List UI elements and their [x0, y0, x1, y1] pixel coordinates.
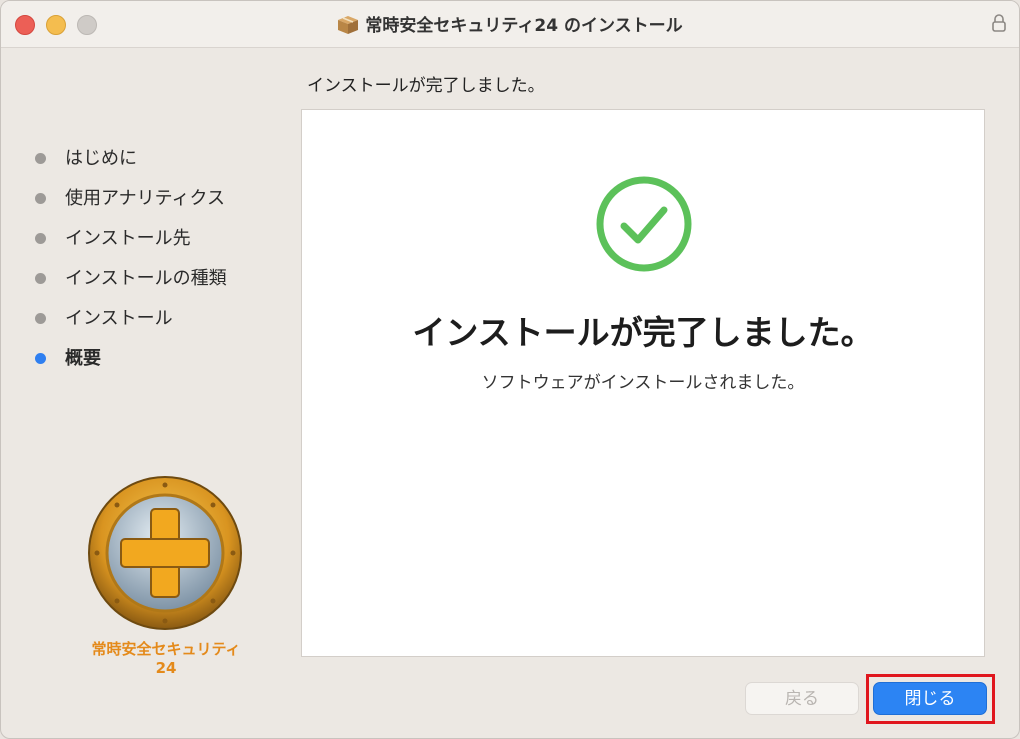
checkmark-circle-icon [594, 174, 694, 278]
step-bullet [35, 313, 46, 324]
product-logo [83, 475, 247, 639]
back-button[interactable]: 戻る [745, 682, 859, 715]
step-label: インストール先 [65, 228, 191, 249]
step-label: インストール [65, 308, 173, 329]
title-bar: 常時安全セキュリティ24 のインストール [1, 1, 1019, 48]
step-bullet [35, 193, 46, 204]
package-icon [337, 15, 359, 40]
completion-title: インストールが完了しました。 [412, 313, 874, 352]
completion-subtitle: ソフトウェアがインストールされました。 [481, 373, 805, 393]
close-button[interactable]: 閉じる [873, 682, 987, 715]
step-destination: インストール先 [33, 223, 227, 263]
step-bullet [35, 273, 46, 284]
step-installation-type: インストールの種類 [33, 263, 227, 303]
step-label: 使用アナリティクス [65, 188, 226, 209]
step-label: インストールの種類 [65, 268, 227, 289]
content-panel: インストールが完了しました。 ソフトウェアがインストールされました。 [301, 109, 985, 657]
step-introduction: はじめに [33, 143, 227, 183]
window-title: 常時安全セキュリティ24 のインストール [365, 16, 683, 36]
window-title-area: 常時安全セキュリティ24 のインストール [1, 11, 1019, 40]
step-label: はじめに [65, 148, 137, 169]
step-analytics: 使用アナリティクス [33, 183, 227, 223]
step-installation: インストール [33, 303, 227, 343]
step-bullet-active [35, 353, 46, 364]
page-heading: インストールが完了しました。 [307, 76, 545, 96]
step-label: 概要 [65, 348, 101, 369]
lock-icon [991, 13, 1007, 37]
step-summary: 概要 [33, 343, 227, 383]
steps-sidebar: はじめに 使用アナリティクス インストール先 インストールの種類 インストール … [33, 143, 227, 383]
step-bullet [35, 153, 46, 164]
product-logo-text: 常時安全セキュリティ24 [91, 640, 241, 677]
installer-window: 常時安全セキュリティ24 のインストール インストールが完了しました。 はじめに… [0, 0, 1020, 739]
step-bullet [35, 233, 46, 244]
